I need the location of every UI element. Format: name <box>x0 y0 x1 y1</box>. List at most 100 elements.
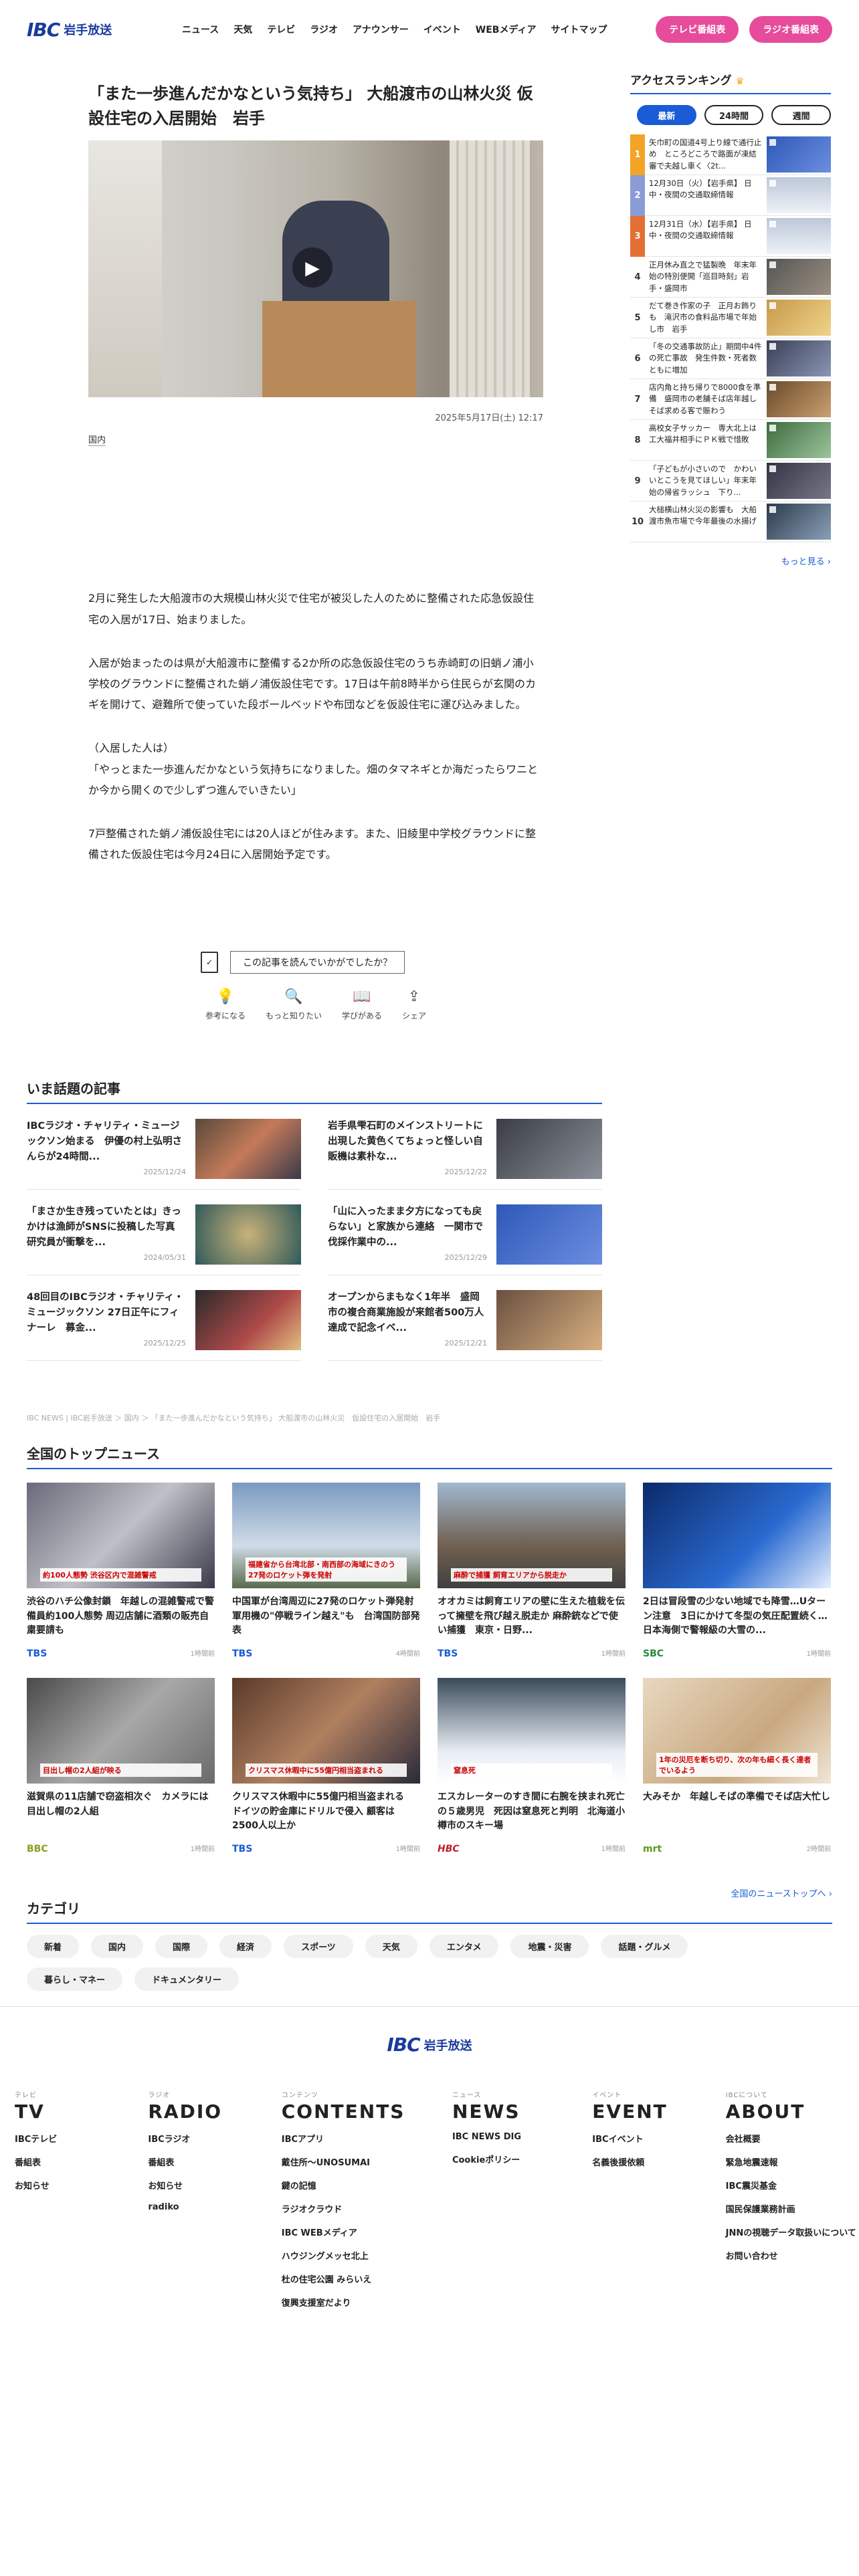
footer-link[interactable]: IBCイベント <box>592 2132 725 2145</box>
news-card[interactable]: 2日は冒段雪の少ない地域でも降雪…Uターン注意 3日にかけて冬型の気圧配置続く…… <box>643 1483 831 1678</box>
nav-news[interactable]: ニュース <box>182 23 219 36</box>
news-card[interactable]: 約100人態勢 渋谷区内で混雑警戒 渋谷のハチ公像封鎖 年越しの混雑警戒で警備員約… <box>27 1483 215 1678</box>
footer-link[interactable]: 緊急地震速報 <box>726 2155 859 2168</box>
trending-item[interactable]: 「山に入ったまま夕方になっても戻らない」と家族から連絡 一関市で伐採作業中の..… <box>328 1190 602 1275</box>
news-card[interactable]: 麻酔で捕獲 飼育エリアから脱走か オオカミは飼育エリアの壁に生えた植栽を伝って擁壁… <box>438 1483 626 1678</box>
news-card[interactable]: 1年の災厄を断ち切り、次の年も細く長く達者でいるよう 大みそか 年越しそばの準備で… <box>643 1678 831 1873</box>
footer-link[interactable]: radiko <box>148 2202 281 2212</box>
rank-title: 12月31日（水）【岩手県】 日中・夜間の交通取締情報 <box>649 219 752 241</box>
footer-link[interactable]: ハウジングメッセ北上 <box>282 2249 452 2262</box>
trending-item[interactable]: 48回目のIBCラジオ・チャリティ・ミュージックソン 27日正午にフィナーレ 募… <box>27 1275 301 1361</box>
feedback-question: この記事を読んでいかがでしたか？ <box>230 951 405 974</box>
category-chip[interactable]: 経済 <box>219 1935 272 1958</box>
footer-link[interactable]: ラジオクラウド <box>282 2202 452 2215</box>
footer-link[interactable]: 会社概要 <box>726 2132 859 2145</box>
news-title: 滋賀県の11店舗で窃盗相次ぐ カメラには目出し帽の2人組 <box>27 1792 209 1817</box>
category-chip[interactable]: エンタメ <box>429 1935 499 1958</box>
rank-title: 店内角と持ち帰りで8000食を準備 盛岡市の老舗そば店年越しそば求める客で賑わう <box>649 383 761 415</box>
article-category-link[interactable]: 国内 <box>88 433 106 447</box>
ranking-item[interactable]: 3 12月31日（水）【岩手県】 日中・夜間の交通取締情報 <box>630 215 831 257</box>
ranking-item[interactable]: 1 矢巾町の国道4号上り線で通行止め ところどころで路面が凍結 審で夫越し車く〈2… <box>630 134 831 175</box>
tv-program-button[interactable]: テレビ番組表 <box>656 16 739 43</box>
site-logo[interactable]: IBC 岩手放送 <box>27 19 154 41</box>
know-more-button[interactable]: 🔍 もっと知りたい <box>266 988 322 1021</box>
category-chip[interactable]: 天気 <box>365 1935 417 1958</box>
footer-link[interactable]: お知らせ <box>15 2179 148 2191</box>
news-card[interactable]: 福建省から台湾北部・南西部の海域にきのう27発のロケット弾を発射 中国軍が台湾周辺… <box>232 1483 420 1678</box>
ranking-item[interactable]: 9 「子どもが小さいので かわいいとこうを見てほしい」年末年始の帰省ラッシュ 下り… <box>630 461 831 502</box>
footer-link[interactable]: 番組表 <box>148 2155 281 2168</box>
ranking-item[interactable]: 2 12月30日（火）【岩手県】 日中・夜間の交通取締情報 <box>630 175 831 216</box>
ranking-item[interactable]: 5 だて巻き作家の子 正月お飾りも 滝沢市の食料品市場で年始し市 岩手 <box>630 298 831 338</box>
rank-thumbnail <box>767 259 831 295</box>
footer-link[interactable]: IBC WEBメディア <box>282 2226 452 2238</box>
news-thumbnail: クリスマス休暇中に55億円相当盗まれる <box>232 1678 420 1784</box>
nav-announcer[interactable]: アナウンサー <box>353 23 409 36</box>
tab-24h[interactable]: 24時間 <box>704 105 764 125</box>
footer-link[interactable]: 名義後援依頼 <box>592 2155 725 2168</box>
ranking-item[interactable]: 10 大槌横山林火災の影響も 大船渡市魚市場で今年最後の水揚げ <box>630 502 831 542</box>
trending-item[interactable]: 「まさか生き残っていたとは」きっかけは漁師がSNSに投稿した写真 研究員が衝撃を… <box>27 1190 301 1275</box>
ranking-more-link[interactable]: もっと見る › <box>630 554 831 567</box>
tab-weekly[interactable]: 週間 <box>771 105 832 125</box>
category-chip[interactable]: 暮らし・マネー <box>27 1967 123 1991</box>
trending-thumbnail <box>195 1119 301 1179</box>
category-chip[interactable]: 国内 <box>91 1935 144 1958</box>
category-chip[interactable]: 新着 <box>27 1935 80 1958</box>
trending-item-date: 2025/12/24 <box>143 1168 186 1177</box>
footer-link[interactable]: JNNの視聴データ取扱いについて <box>726 2226 859 2238</box>
ranking-item[interactable]: 7 店内角と持ち帰りで8000食を準備 盛岡市の老舗そば店年越しそば求める客で賑わ… <box>630 379 831 420</box>
know-more-label: もっと知りたい <box>265 1011 322 1021</box>
footer-link[interactable]: 復興支援室だより <box>282 2296 452 2309</box>
helpful-button[interactable]: 💡 参考になる <box>205 988 246 1021</box>
footer-col-heading: ABOUT <box>725 2101 805 2123</box>
footer-link[interactable]: 杜の住宅公園 みらいえ <box>282 2272 452 2285</box>
news-card[interactable]: クリスマス休暇中に55億円相当盗まれる クリスマス休暇中に55億円相当盗まれる ド… <box>232 1678 420 1873</box>
footer-link[interactable]: 国民保護業務計画 <box>726 2202 859 2215</box>
ranking-item[interactable]: 8 高校女子サッカー 専大北上は工大福井相手にＰＫ戦で惜敗 <box>630 420 831 461</box>
category-chip[interactable]: 話題・グルメ <box>601 1935 688 1958</box>
learning-button[interactable]: 📖 学びがある <box>342 988 382 1021</box>
footer-link[interactable]: お問い合わせ <box>726 2249 859 2262</box>
nav-sitemap[interactable]: サイトマップ <box>551 23 607 36</box>
footer-logo[interactable]: IBC 岩手放送 <box>0 2034 859 2056</box>
footer-link[interactable]: IBCテレビ <box>15 2132 148 2145</box>
category-chip[interactable]: 地震・災害 <box>510 1935 589 1958</box>
ranking-item[interactable]: 6 「冬の交通事故防止」期間中4件の死亡事故 発生件数・死者数ともに増加 <box>630 338 831 379</box>
rank-title: 正月休み直之で猛製晩 年末年始の特別便開「巡目時刻」岩手・盛岡市 <box>649 260 757 293</box>
footer-link[interactable]: 番組表 <box>15 2155 148 2168</box>
trending-item[interactable]: オープンからまもなく1年半 盛岡市の複合商業施設が来館者500万人達成で記念イベ… <box>328 1275 602 1361</box>
video-scene-box <box>262 301 416 398</box>
radio-program-button[interactable]: ラジオ番組表 <box>749 16 832 43</box>
footer-link[interactable]: IBC震災基金 <box>726 2179 859 2191</box>
category-chip[interactable]: スポーツ <box>284 1935 353 1958</box>
news-card[interactable]: 目出し帽の2人組が映る 滋賀県の11店舗で窃盗相次ぐ カメラには目出し帽の2人組 B… <box>27 1678 215 1873</box>
category-chip[interactable]: 国際 <box>155 1935 208 1958</box>
footer-link[interactable]: 戴住所〜UNOSUMAI <box>282 2155 452 2168</box>
news-card[interactable]: 窒息死 エスカレーターのすき間に右腕を挟まれ死亡の５歳男児 死因は窒息死と判明 北… <box>438 1678 626 1873</box>
nav-web-media[interactable]: WEBメディア <box>476 23 537 36</box>
footer-link[interactable]: 鍵の記憶 <box>282 2179 452 2191</box>
trending-item[interactable]: IBCラジオ・チャリティ・ミュージックソン始まる 伊優の村上弘明さんらが24時間… <box>27 1104 301 1190</box>
logo-mark: IBC <box>27 18 60 41</box>
ranking-item[interactable]: 4 正月休み直之で猛製晩 年末年始の特別便開「巡目時刻」岩手・盛岡市 <box>630 257 831 298</box>
footer-link[interactable]: IBC NEWS DIG <box>452 2132 592 2142</box>
trending-item[interactable]: 岩手県雫石町のメインストリートに出現した黄色くてちょっと怪しい自販機は素朴な..… <box>328 1104 602 1190</box>
footer-link[interactable]: IBCアプリ <box>282 2132 452 2145</box>
news-source: SBC <box>643 1648 664 1659</box>
footer-link[interactable]: Cookieポリシー <box>452 2153 592 2165</box>
nav-weather[interactable]: 天気 <box>233 23 252 36</box>
tab-latest[interactable]: 最新 <box>637 105 696 125</box>
footer-col-sub: コンテンツ <box>281 2092 318 2099</box>
news-time: 4時間前 <box>395 1650 420 1658</box>
share-button[interactable]: ⇪ シェア <box>402 988 426 1021</box>
play-icon[interactable]: ▶ <box>292 247 332 288</box>
footer-link[interactable]: お知らせ <box>148 2179 281 2191</box>
article-video[interactable]: ▶ <box>88 140 543 398</box>
nav-radio[interactable]: ラジオ <box>310 23 338 36</box>
nav-event[interactable]: イベント <box>423 23 461 36</box>
nav-tv[interactable]: テレビ <box>267 23 295 36</box>
footer-link[interactable]: IBCラジオ <box>148 2132 281 2145</box>
ranking-list: 1 矢巾町の国道4号上り線で通行止め ところどころで路面が凍結 審で夫越し車く〈2… <box>630 134 831 542</box>
category-chip[interactable]: ドキュメンタリー <box>134 1967 240 1991</box>
